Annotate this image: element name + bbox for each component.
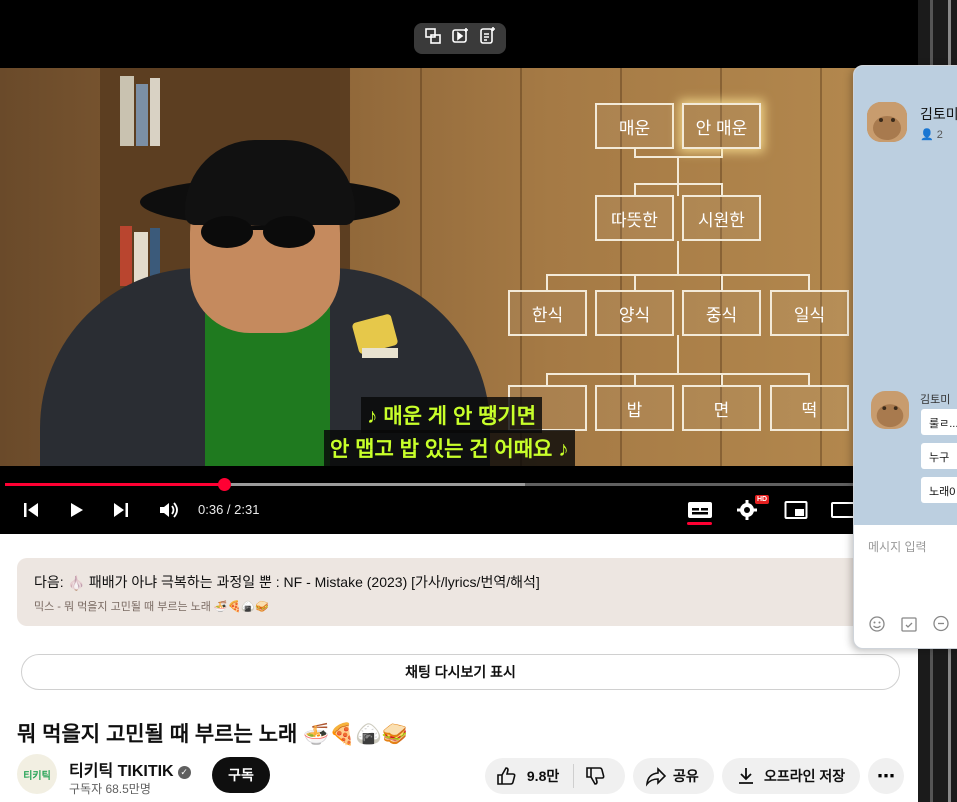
video-title: 뭐 먹을지 고민될 때 부르는 노래 🍜🍕🍙🥪 [17,723,408,746]
chat-message[interactable]: 룰ㄹ... [921,409,957,435]
up-next-emoji: 🧄 [67,575,85,591]
more-icon: ⋯ [877,765,895,786]
channel-avatar[interactable]: 티키틱 [17,754,57,794]
chat-header: 김토미 👤 2 [854,66,957,161]
miniplayer-button[interactable] [784,500,808,520]
next-button[interactable] [111,500,131,520]
video-frame[interactable]: 매운 안 매운 따뜻한 시원한 한식 양식 중식 일식 밥 면 떡 ♪ 매운 게… [0,68,918,466]
sender-name: 김토미 [920,394,951,406]
speech-bubble-icon[interactable] [932,615,950,633]
dislike-button[interactable] [584,765,606,787]
play-icon [71,503,83,517]
channel-name-text: 티키틱 TIKITIK [69,763,174,780]
chat-member-count: 👤 2 [920,128,943,141]
volume-icon [160,502,178,518]
download-button[interactable]: 오프라인 저장 [722,758,860,794]
chat-messages[interactable]: 김토미 룰ㄹ... 누구 노래0 [854,161,957,525]
download-label: 오프라인 저장 [764,768,846,784]
progress-played [5,483,224,486]
download-icon [739,768,753,784]
thumbs-down-icon [586,767,605,785]
volume-button[interactable] [157,499,179,521]
up-next-card[interactable] [17,558,892,626]
person-icon: 👤 [920,129,934,141]
mix-label: 믹스 - 뭐 먹을지 고민될 때 부르는 노래 🍜🍕🍙🥪 [34,601,269,613]
diagram-node-highlighted: 안 매운 [682,103,761,149]
diagram-node: 매운 [595,103,674,149]
notes-spark-icon[interactable] [477,26,497,51]
previous-button[interactable] [21,500,41,520]
diagram-node: 일식 [770,290,849,336]
chat-room-title: 김토미 [920,106,957,122]
miniplayer-icon [784,501,808,519]
diagram-node: 면 [682,385,761,431]
up-next-label: 다음: [34,574,64,590]
subtitle-line-1: ♪ 매운 게 안 땡기면 [361,397,543,433]
time-display: 0:36 / 2:31 [198,502,260,517]
more-actions-button[interactable]: ⋯ [868,758,904,794]
verified-icon: ✓ [177,766,191,779]
scrubber-handle[interactable] [218,478,231,491]
subtitles-active-indicator [687,522,712,525]
skip-previous-icon [24,503,38,517]
diagram-node: 중식 [682,290,761,336]
calendar-check-icon[interactable] [900,615,918,633]
like-button[interactable]: 9.8만 [495,765,559,787]
subtitles-button[interactable] [686,499,714,521]
chat-message[interactable]: 노래0 [921,477,957,503]
skip-next-icon [114,503,128,517]
share-icon [645,767,667,787]
sender-avatar[interactable] [871,391,909,429]
subscriber-count: 구독자 68.5만명 [69,782,151,796]
chat-room-avatar[interactable] [867,102,907,142]
sunglasses [201,216,315,248]
member-count-value: 2 [936,129,943,141]
diagram-node: 밥 [595,385,674,431]
thumbs-up-icon [497,767,516,785]
divider [573,764,575,788]
video-spark-icon[interactable] [450,26,470,51]
floating-toolbar [414,23,506,54]
name-badge [362,348,398,358]
like-dislike-group: 9.8만 [485,758,625,794]
like-count: 9.8만 [526,768,560,784]
player-controls [0,466,918,534]
subtitle-line-2: 안 맵고 밥 있는 건 어때요 ♪ [324,430,575,466]
up-next-video-title: 패배가 아냐 극복하는 과정일 뿐 : NF - Mistake (2023) … [88,574,540,590]
diagram-node: 따뜻한 [595,195,674,241]
message-input[interactable]: 메시지 입력 [868,538,927,555]
channel-avatar-text: 티키틱 [23,770,51,782]
chat-message[interactable]: 누구 [921,443,957,469]
emoji-icon[interactable] [868,615,886,633]
diagram-node: 시원한 [682,195,761,241]
diagram-node: 떡 [770,385,849,431]
up-next-title[interactable]: 다음: 🧄 패배가 아냐 극복하는 과정일 뿐 : NF - Mistake (… [34,572,540,592]
show-chat-replay-button[interactable]: 채팅 다시보기 표시 [21,654,900,690]
diagram-node: 양식 [595,290,674,336]
captions-icon [688,502,712,518]
play-button[interactable] [66,500,86,520]
pip-swap-icon[interactable] [423,26,443,51]
share-button[interactable]: 공유 [633,758,714,794]
chat-window: 김토미 👤 2 김토미 룰ㄹ... 누구 노래0 메시지 입력 [853,65,957,649]
diagram-node: 한식 [508,290,587,336]
channel-name[interactable]: 티키틱 TIKITIK ✓ [69,757,191,781]
hd-badge: HD [755,495,770,504]
subscribe-button[interactable]: 구독 [212,757,270,793]
share-label: 공유 [673,768,699,784]
